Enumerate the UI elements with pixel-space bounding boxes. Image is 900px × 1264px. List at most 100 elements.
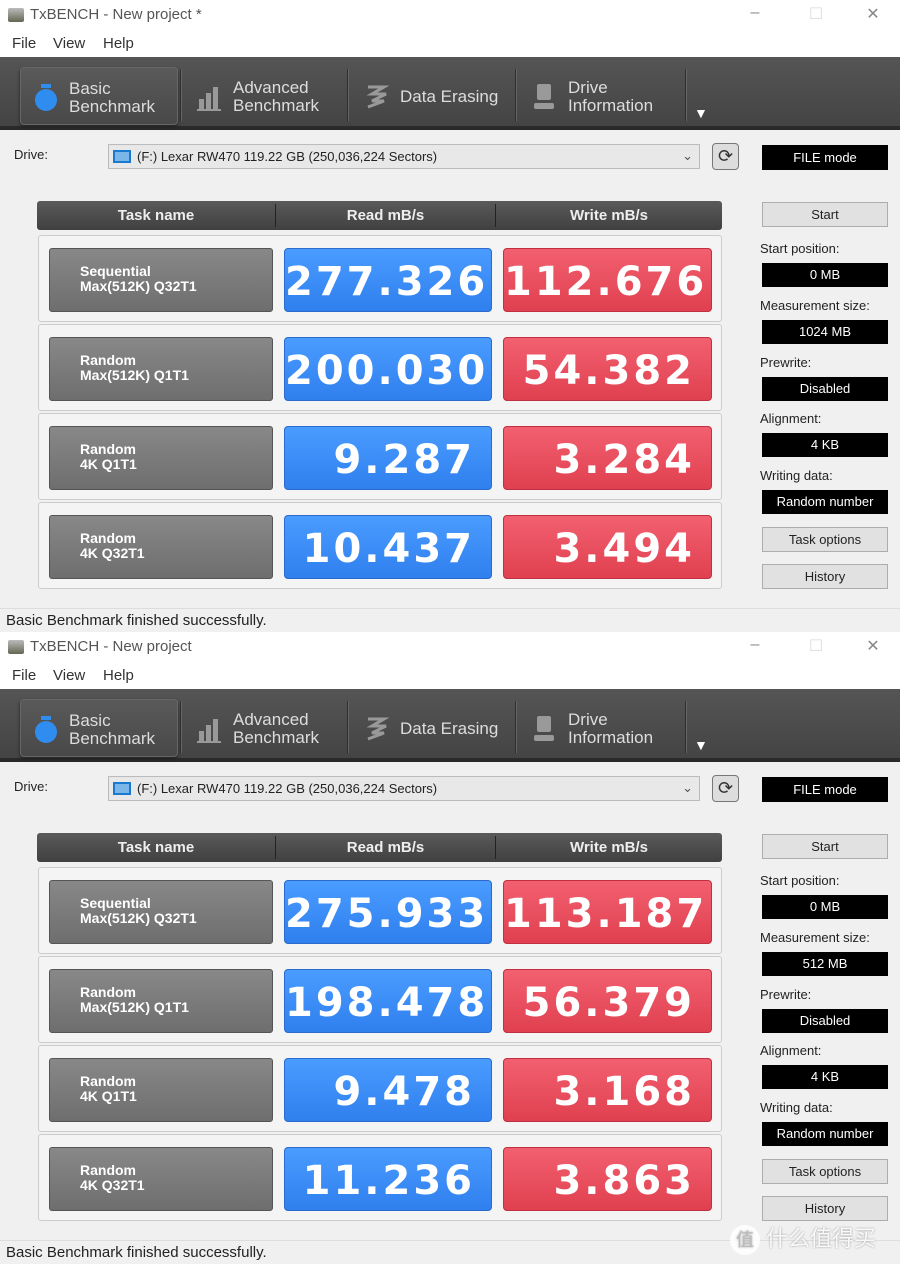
setting-value[interactable]: 0 MB: [762, 895, 888, 919]
tab-data-erasing[interactable]: Data Erasing: [352, 699, 512, 757]
task-button[interactable]: Sequential Max(512K) Q32T1: [49, 248, 273, 312]
task-name-line1: Random: [80, 1162, 136, 1178]
bar-chart-icon: [197, 715, 223, 743]
maximize-icon[interactable]: ☐: [806, 636, 826, 656]
menu-file[interactable]: File: [12, 667, 36, 684]
maximize-icon[interactable]: ☐: [806, 4, 826, 24]
read-speed: 10.437: [284, 515, 492, 579]
drive-icon: [113, 782, 131, 795]
menu-view[interactable]: View: [53, 667, 85, 684]
setting-value[interactable]: 512 MB: [762, 952, 888, 976]
more-tabs-arrow-icon[interactable]: ▼: [694, 737, 708, 753]
tab-drive-information[interactable]: Drive Information: [520, 699, 680, 757]
result-row: Random 4K Q32T1 11.236 3.863: [38, 1134, 722, 1221]
app-icon: [8, 640, 24, 654]
tab-advanced-benchmark[interactable]: Advanced Benchmark: [185, 67, 345, 125]
menu-help[interactable]: Help: [103, 35, 134, 52]
mode-indicator[interactable]: FILE mode: [762, 145, 888, 170]
task-button[interactable]: Random 4K Q1T1: [49, 426, 273, 490]
task-name-line2: 4K Q32T1: [80, 1177, 145, 1193]
task-options-button[interactable]: Task options: [762, 1159, 888, 1184]
watermark-text: 什么值得买: [766, 1226, 877, 1251]
tab-advanced-benchmark[interactable]: Advanced Benchmark: [185, 699, 345, 757]
tab-label: Basic Benchmark: [69, 80, 155, 116]
setting-value[interactable]: Disabled: [762, 1009, 888, 1033]
menu-help[interactable]: Help: [103, 667, 134, 684]
setting-label: Alignment:: [760, 411, 822, 426]
read-speed: 200.030: [284, 337, 492, 401]
write-speed: 113.187: [503, 880, 712, 944]
drive-select[interactable]: (F:) Lexar RW470 119.22 GB (250,036,224 …: [108, 776, 700, 801]
start-button[interactable]: Start: [762, 834, 888, 859]
read-speed: 198.478: [284, 969, 492, 1033]
task-name-line1: Random: [80, 984, 136, 1000]
refresh-button[interactable]: ⟳: [712, 143, 739, 170]
task-options-button[interactable]: Task options: [762, 527, 888, 552]
drive-value: (F:) Lexar RW470 119.22 GB (250,036,224 …: [137, 149, 438, 164]
setting-label: Writing data:: [760, 1100, 833, 1115]
task-name-line2: 4K Q1T1: [80, 456, 137, 472]
header-write: Write mB/s: [569, 207, 649, 224]
setting-value[interactable]: Random number: [762, 490, 888, 514]
task-button[interactable]: Random 4K Q1T1: [49, 1058, 273, 1122]
start-button[interactable]: Start: [762, 202, 888, 227]
setting-value[interactable]: 4 KB: [762, 433, 888, 457]
chevron-down-icon: ⌄: [682, 780, 693, 795]
eraser-icon: [364, 83, 390, 111]
minimize-icon[interactable]: –: [745, 636, 765, 654]
task-name-line1: Sequential: [80, 895, 151, 911]
tab-basic-benchmark[interactable]: Basic Benchmark: [20, 67, 178, 125]
menu-view[interactable]: View: [53, 35, 85, 52]
result-row: Random Max(512K) Q1T1 200.030 54.382: [38, 324, 722, 411]
setting-value[interactable]: Random number: [762, 1122, 888, 1146]
menu-bar: File View Help: [0, 30, 900, 57]
setting-value[interactable]: 0 MB: [762, 263, 888, 287]
more-tabs-arrow-icon[interactable]: ▼: [694, 105, 708, 121]
tab-basic-benchmark[interactable]: Basic Benchmark: [20, 699, 178, 757]
history-button[interactable]: History: [762, 1196, 888, 1221]
txbench-window: TxBENCH - New project * – ☐ ✕ File View …: [0, 0, 900, 632]
mode-indicator[interactable]: FILE mode: [762, 777, 888, 802]
menu-file[interactable]: File: [12, 35, 36, 52]
write-speed: 112.676: [503, 248, 712, 312]
setting-value[interactable]: 4 KB: [762, 1065, 888, 1089]
header-read: Read mB/s: [346, 207, 425, 224]
setting-value[interactable]: 1024 MB: [762, 320, 888, 344]
tab-label-line1: Advanced: [233, 710, 309, 729]
tab-divider: [515, 69, 517, 121]
task-name-line2: Max(512K) Q32T1: [80, 278, 197, 294]
close-icon[interactable]: ✕: [863, 4, 883, 24]
task-name-line2: 4K Q1T1: [80, 1088, 137, 1104]
task-name-line2: Max(512K) Q32T1: [80, 910, 197, 926]
window-title: TxBENCH - New project: [30, 638, 192, 655]
history-button[interactable]: History: [762, 564, 888, 589]
header-write: Write mB/s: [569, 839, 649, 856]
tab-label-line1: Drive: [568, 710, 608, 729]
task-button[interactable]: Sequential Max(512K) Q32T1: [49, 880, 273, 944]
setting-value[interactable]: Disabled: [762, 377, 888, 401]
task-button[interactable]: Random 4K Q32T1: [49, 515, 273, 579]
drive-label: Drive:: [14, 779, 48, 794]
tab-divider: [347, 69, 349, 121]
tab-drive-information[interactable]: Drive Information: [520, 67, 680, 125]
tab-divider: [515, 701, 517, 753]
task-button[interactable]: Random Max(512K) Q1T1: [49, 337, 273, 401]
read-speed: 277.326: [284, 248, 492, 312]
chevron-down-icon: ⌄: [682, 148, 693, 163]
tab-divider: [685, 69, 687, 121]
refresh-button[interactable]: ⟳: [712, 775, 739, 802]
task-button[interactable]: Random Max(512K) Q1T1: [49, 969, 273, 1033]
bar-chart-icon: [197, 83, 223, 111]
tab-data-erasing[interactable]: Data Erasing: [352, 67, 512, 125]
tab-label-line1: Drive: [568, 78, 608, 97]
task-button[interactable]: Random 4K Q32T1: [49, 1147, 273, 1211]
close-icon[interactable]: ✕: [863, 636, 883, 656]
drive-select[interactable]: (F:) Lexar RW470 119.22 GB (250,036,224 …: [108, 144, 700, 169]
tab-label-line2: Information: [568, 728, 654, 747]
minimize-icon[interactable]: –: [745, 4, 765, 22]
task-name-line1: Random: [80, 1073, 136, 1089]
read-speed: 9.287: [284, 426, 492, 490]
result-row: Random Max(512K) Q1T1 198.478 56.379: [38, 956, 722, 1043]
write-speed: 3.168: [503, 1058, 712, 1122]
setting-label: Measurement size:: [760, 930, 870, 945]
